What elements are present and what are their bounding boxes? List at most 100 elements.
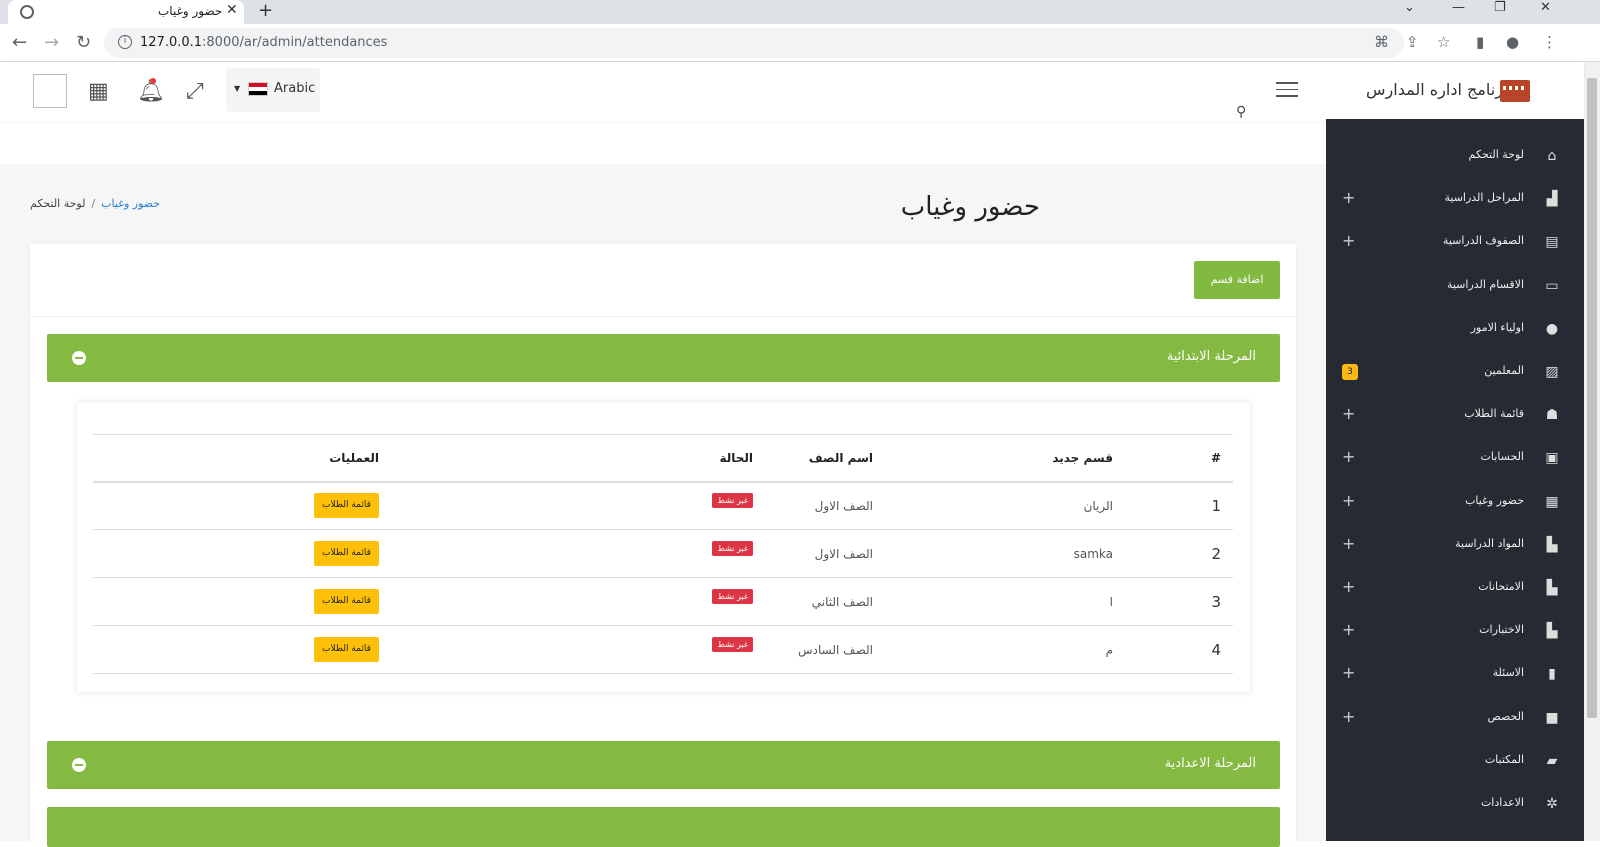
grade-name: الصف الاول xyxy=(753,481,873,530)
sidebar-item-label: الحسابات xyxy=(1480,450,1524,464)
video-icon: ■ xyxy=(1545,709,1559,726)
row-number: 3 xyxy=(1113,577,1233,626)
sidebar-item[interactable]: ▙ الاختبارات + xyxy=(1326,611,1584,654)
page-scrollbar[interactable] xyxy=(1584,62,1600,841)
students-list-button[interactable]: قائمة الطلاب xyxy=(314,493,379,519)
sidebar-item-label: الصفوف الدراسية xyxy=(1442,234,1524,248)
forward-button[interactable]: → xyxy=(44,32,59,53)
url-text[interactable]: 127.0.0.1:8000/ar/admin/attendances xyxy=(140,35,387,50)
collapse-icon[interactable] xyxy=(72,758,86,772)
browser-tab[interactable]: حضور وغياب ✕ xyxy=(8,0,244,24)
status-badge: غير نشط xyxy=(712,492,753,508)
breadcrumb-current[interactable]: حضور وغياب xyxy=(101,197,160,210)
address-bar-row: ← → ↻ i 127.0.0.1:8000/ar/admin/attendan… xyxy=(0,24,1600,62)
school-logo-icon[interactable] xyxy=(1500,80,1530,102)
sidebar-item-label: الاعدادات xyxy=(1480,796,1524,809)
sidebar-item[interactable]: ▣ الحسابات + xyxy=(1326,438,1584,481)
close-window-button[interactable]: ✕ xyxy=(1540,0,1551,15)
sections-table-card: # قسم جديد اسم الصف الحالة العمليات 1 الر… xyxy=(77,402,1250,692)
back-button[interactable]: ← xyxy=(12,32,27,53)
expand-plus-icon[interactable]: + xyxy=(1342,447,1355,466)
hamburger-menu-icon[interactable] xyxy=(1276,82,1298,102)
sidebar-item[interactable]: ▨ المعلمين 3 xyxy=(1326,352,1584,395)
sidebar-item[interactable]: ▰ المكتبات xyxy=(1326,741,1584,784)
bookmark-star-icon[interactable]: ☆ xyxy=(1437,33,1450,51)
share-icon[interactable]: ⇪ xyxy=(1406,33,1419,51)
sidebar-item-label: اولياء الامور xyxy=(1470,320,1524,334)
expand-plus-icon[interactable]: + xyxy=(1342,707,1355,726)
omnibox[interactable]: i 127.0.0.1:8000/ar/admin/attendances xyxy=(104,28,1404,58)
site-info-icon[interactable]: i xyxy=(118,35,132,49)
stage-accordion-primary[interactable]: المرحلة الابتدائية xyxy=(47,334,1280,382)
minimize-button[interactable]: — xyxy=(1452,0,1465,15)
breadcrumb-separator: / xyxy=(91,197,96,210)
divider xyxy=(30,316,1296,317)
sidebar-item[interactable]: ⌂ لوحة التحكم xyxy=(1326,136,1584,179)
restore-button[interactable]: ❐ xyxy=(1494,0,1506,15)
sidebar-item[interactable]: ▙ المواد الدراسية + xyxy=(1326,525,1584,568)
section-name: الريان xyxy=(873,481,1113,530)
actions-cell: قائمة الطلاب xyxy=(93,625,563,674)
fullscreen-icon[interactable]: ⤢ xyxy=(186,79,204,104)
sidebar-item[interactable]: ▦ حضور وغياب + xyxy=(1326,482,1584,525)
tab-search-icon[interactable]: ⌄ xyxy=(1404,0,1415,15)
sidebar-item-label: قائمة الطلاب xyxy=(1464,407,1524,421)
sidebar-item[interactable]: ▟ المراحل الدراسية + xyxy=(1326,179,1584,222)
profile-icon[interactable]: ● xyxy=(1506,33,1519,51)
reload-button[interactable]: ↻ xyxy=(76,32,91,53)
search-icon[interactable]: ⚲ xyxy=(1236,104,1246,120)
sidebar-item[interactable]: ▭ الاقسام الدراسية xyxy=(1326,266,1584,309)
scrollbar-thumb[interactable] xyxy=(1587,78,1597,718)
user-avatar[interactable] xyxy=(33,74,67,108)
col-header-status: الحالة xyxy=(563,434,753,483)
expand-plus-icon[interactable]: + xyxy=(1342,188,1355,207)
grade-name: الصف الاول xyxy=(753,529,873,578)
col-header-actions: العمليات xyxy=(93,434,563,483)
expand-plus-icon[interactable]: + xyxy=(1342,404,1355,423)
breadcrumb-home[interactable]: لوحة التحكم xyxy=(30,197,85,210)
sidebar-item[interactable]: ✲ الاعدادات xyxy=(1326,784,1584,827)
grade-name: الصف السادس xyxy=(753,625,873,674)
sidebar-item[interactable]: ☗ قائمة الطلاب + xyxy=(1326,395,1584,438)
section-name: ا xyxy=(873,577,1113,626)
expand-plus-icon[interactable]: + xyxy=(1342,663,1355,682)
stage-accordion-next[interactable] xyxy=(47,807,1280,847)
brand-name[interactable]: برنامج اداره المدارس xyxy=(1366,80,1508,99)
sidebar-item[interactable]: ■ الحصص + xyxy=(1326,698,1584,741)
apps-grid-icon[interactable]: ▦ xyxy=(88,79,109,104)
translate-icon[interactable]: ⌘ xyxy=(1374,33,1389,51)
stage-accordion-preparatory[interactable]: المرحلة الاعدادية xyxy=(47,741,1280,789)
status-badge: غير نشط xyxy=(712,636,753,652)
students-list-button[interactable]: قائمة الطلاب xyxy=(314,637,379,662)
expand-plus-icon[interactable]: + xyxy=(1342,620,1355,639)
students-list-button[interactable]: قائمة الطلاب xyxy=(314,541,379,566)
close-tab-icon[interactable]: ✕ xyxy=(226,2,238,18)
sidebar-item[interactable]: ▮ الاسئلة + xyxy=(1326,654,1584,697)
row-number: 1 xyxy=(1113,481,1233,530)
grade-name: الصف الثاني xyxy=(753,577,873,626)
sidebar-item[interactable]: ▙ الامتحانات + xyxy=(1326,568,1584,611)
menu-dots-icon[interactable]: ⋮ xyxy=(1542,33,1557,51)
status-cell: غير نشط xyxy=(563,625,753,674)
col-header-section: قسم جديد xyxy=(873,434,1113,483)
money-icon: ▣ xyxy=(1545,450,1559,467)
side-panel-icon[interactable]: ▮ xyxy=(1476,33,1484,51)
sections-table: # قسم جديد اسم الصف الحالة العمليات 1 الر… xyxy=(93,434,1233,674)
sidebar-item[interactable]: ▤ الصفوف الدراسية + xyxy=(1326,222,1584,265)
stage-title: المرحلة الابتدائية xyxy=(1166,349,1256,364)
expand-plus-icon[interactable]: + xyxy=(1342,577,1355,596)
new-tab-button[interactable]: + xyxy=(258,0,273,21)
expand-plus-icon[interactable]: + xyxy=(1342,231,1355,250)
status-cell: غير نشط xyxy=(563,529,753,578)
sidebar-item[interactable]: ● اولياء الامور xyxy=(1326,309,1584,352)
language-dropdown[interactable]: ▼ Arabic xyxy=(226,68,320,112)
sidebar: ⌂ لوحة التحكم ▟ المراحل الدراسية + ▤ الصفوف ال… xyxy=(1326,119,1584,841)
col-header-number: # xyxy=(1113,434,1233,483)
sidebar-item-label: المراحل الدراسية xyxy=(1444,191,1524,205)
table-row: 1 الريان الصف الاول غير نشط قائمة الطلاب xyxy=(93,481,1233,530)
collapse-icon[interactable] xyxy=(72,351,86,365)
add-section-button[interactable]: اضافة قسم xyxy=(1194,261,1280,299)
students-list-button[interactable]: قائمة الطلاب xyxy=(314,589,379,614)
expand-plus-icon[interactable]: + xyxy=(1342,491,1355,510)
expand-plus-icon[interactable]: + xyxy=(1342,534,1355,553)
